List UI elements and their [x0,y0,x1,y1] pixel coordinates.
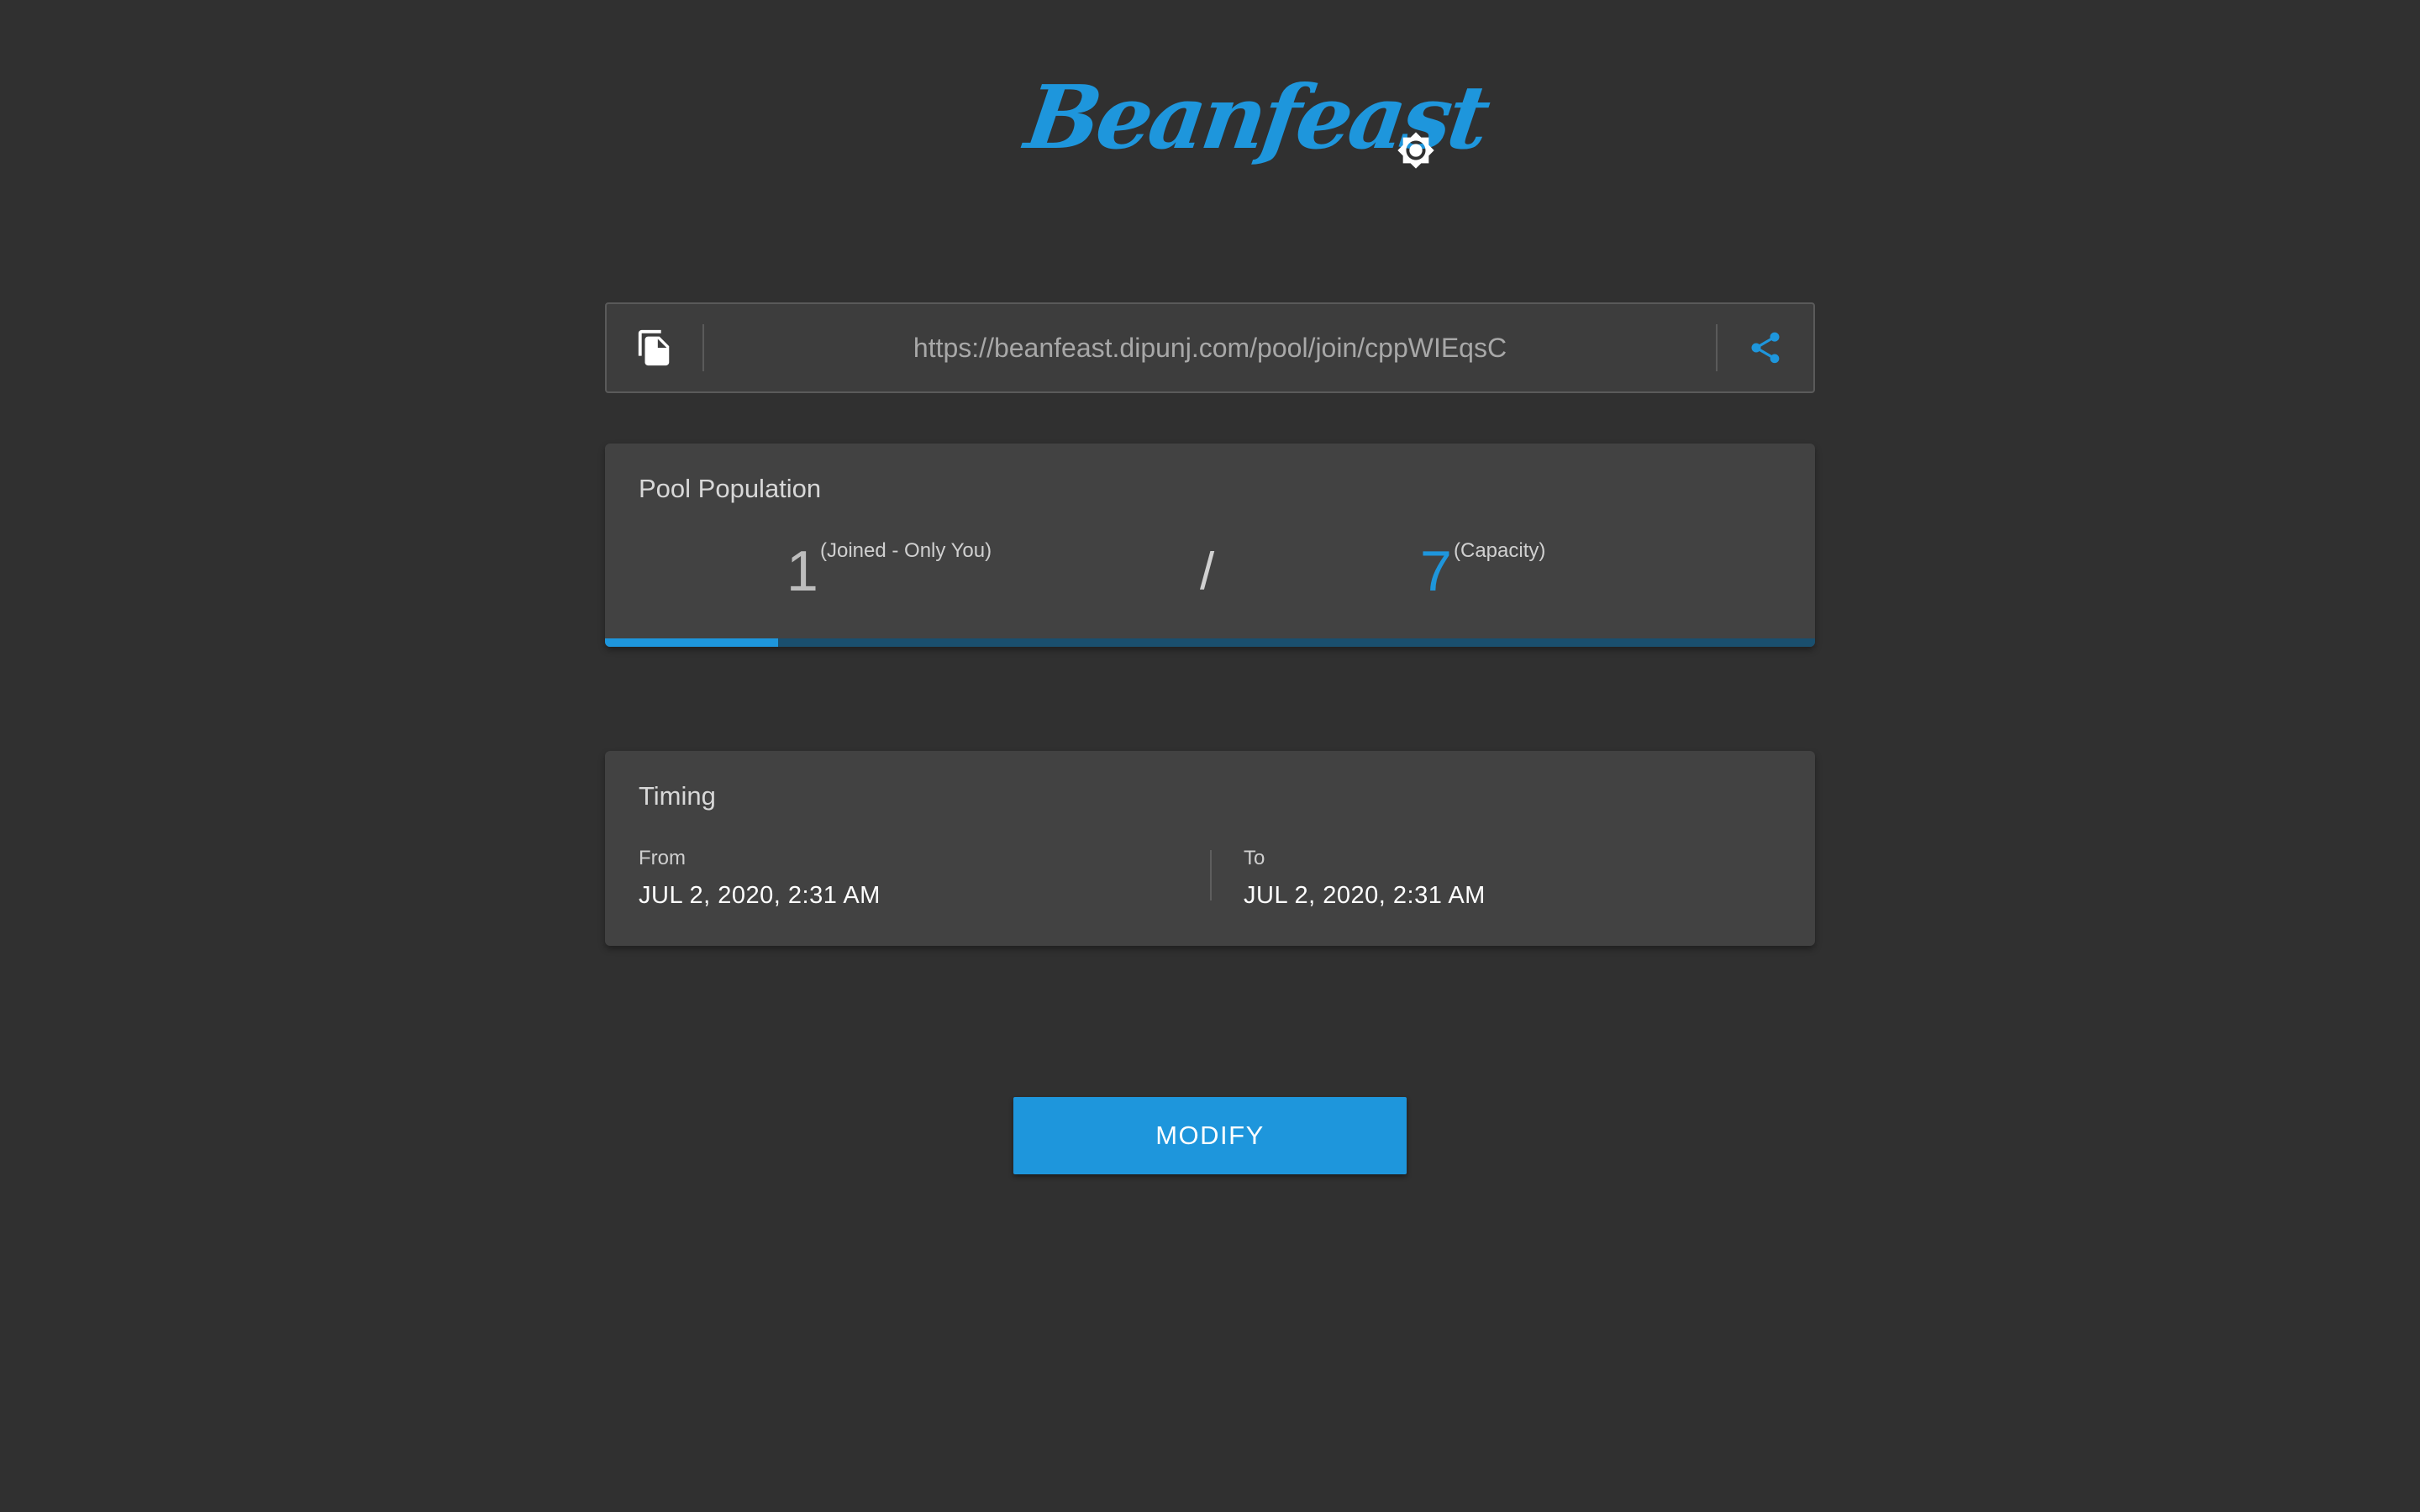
copy-icon [638,329,670,366]
capacity-label: (Capacity) [1454,539,1546,562]
header: Beanfeast [0,0,2420,235]
pool-join-url[interactable]: https://beanfeast.dipunj.com/pool/join/c… [704,333,1716,364]
from-label: From [639,847,686,869]
pool-population-title: Pool Population [639,474,822,503]
share-link-bar: https://beanfeast.dipunj.com/pool/join/c… [605,302,1815,393]
timing-title: Timing [639,781,716,811]
brightness-icon[interactable] [1397,131,1435,170]
copy-link-button[interactable] [607,304,702,391]
joined-count: 1 [786,539,818,603]
population-separator: / [1200,543,1215,601]
timing-to: To JUL 2, 2020, 2:31 AM [1244,847,1486,910]
to-label: To [1244,847,1265,869]
timing-from: From JUL 2, 2020, 2:31 AM [639,847,881,910]
pool-population-card: Pool Population 1 (Joined - Only You) / … [605,444,1815,647]
share-link-button[interactable] [1718,304,1813,391]
timing-card: Timing From JUL 2, 2020, 2:31 AM To JUL … [605,751,1815,946]
timing-divider [1210,850,1212,900]
modify-button[interactable]: MODIFY [1013,1097,1407,1174]
population-progress-fill [605,638,778,647]
joined-label: (Joined - Only You) [820,539,992,562]
population-progress-bar [605,638,1815,647]
share-icon [1751,332,1780,364]
capacity-count: 7 [1420,539,1452,603]
to-value: JUL 2, 2020, 2:31 AM [1244,882,1486,909]
from-value: JUL 2, 2020, 2:31 AM [639,882,881,909]
